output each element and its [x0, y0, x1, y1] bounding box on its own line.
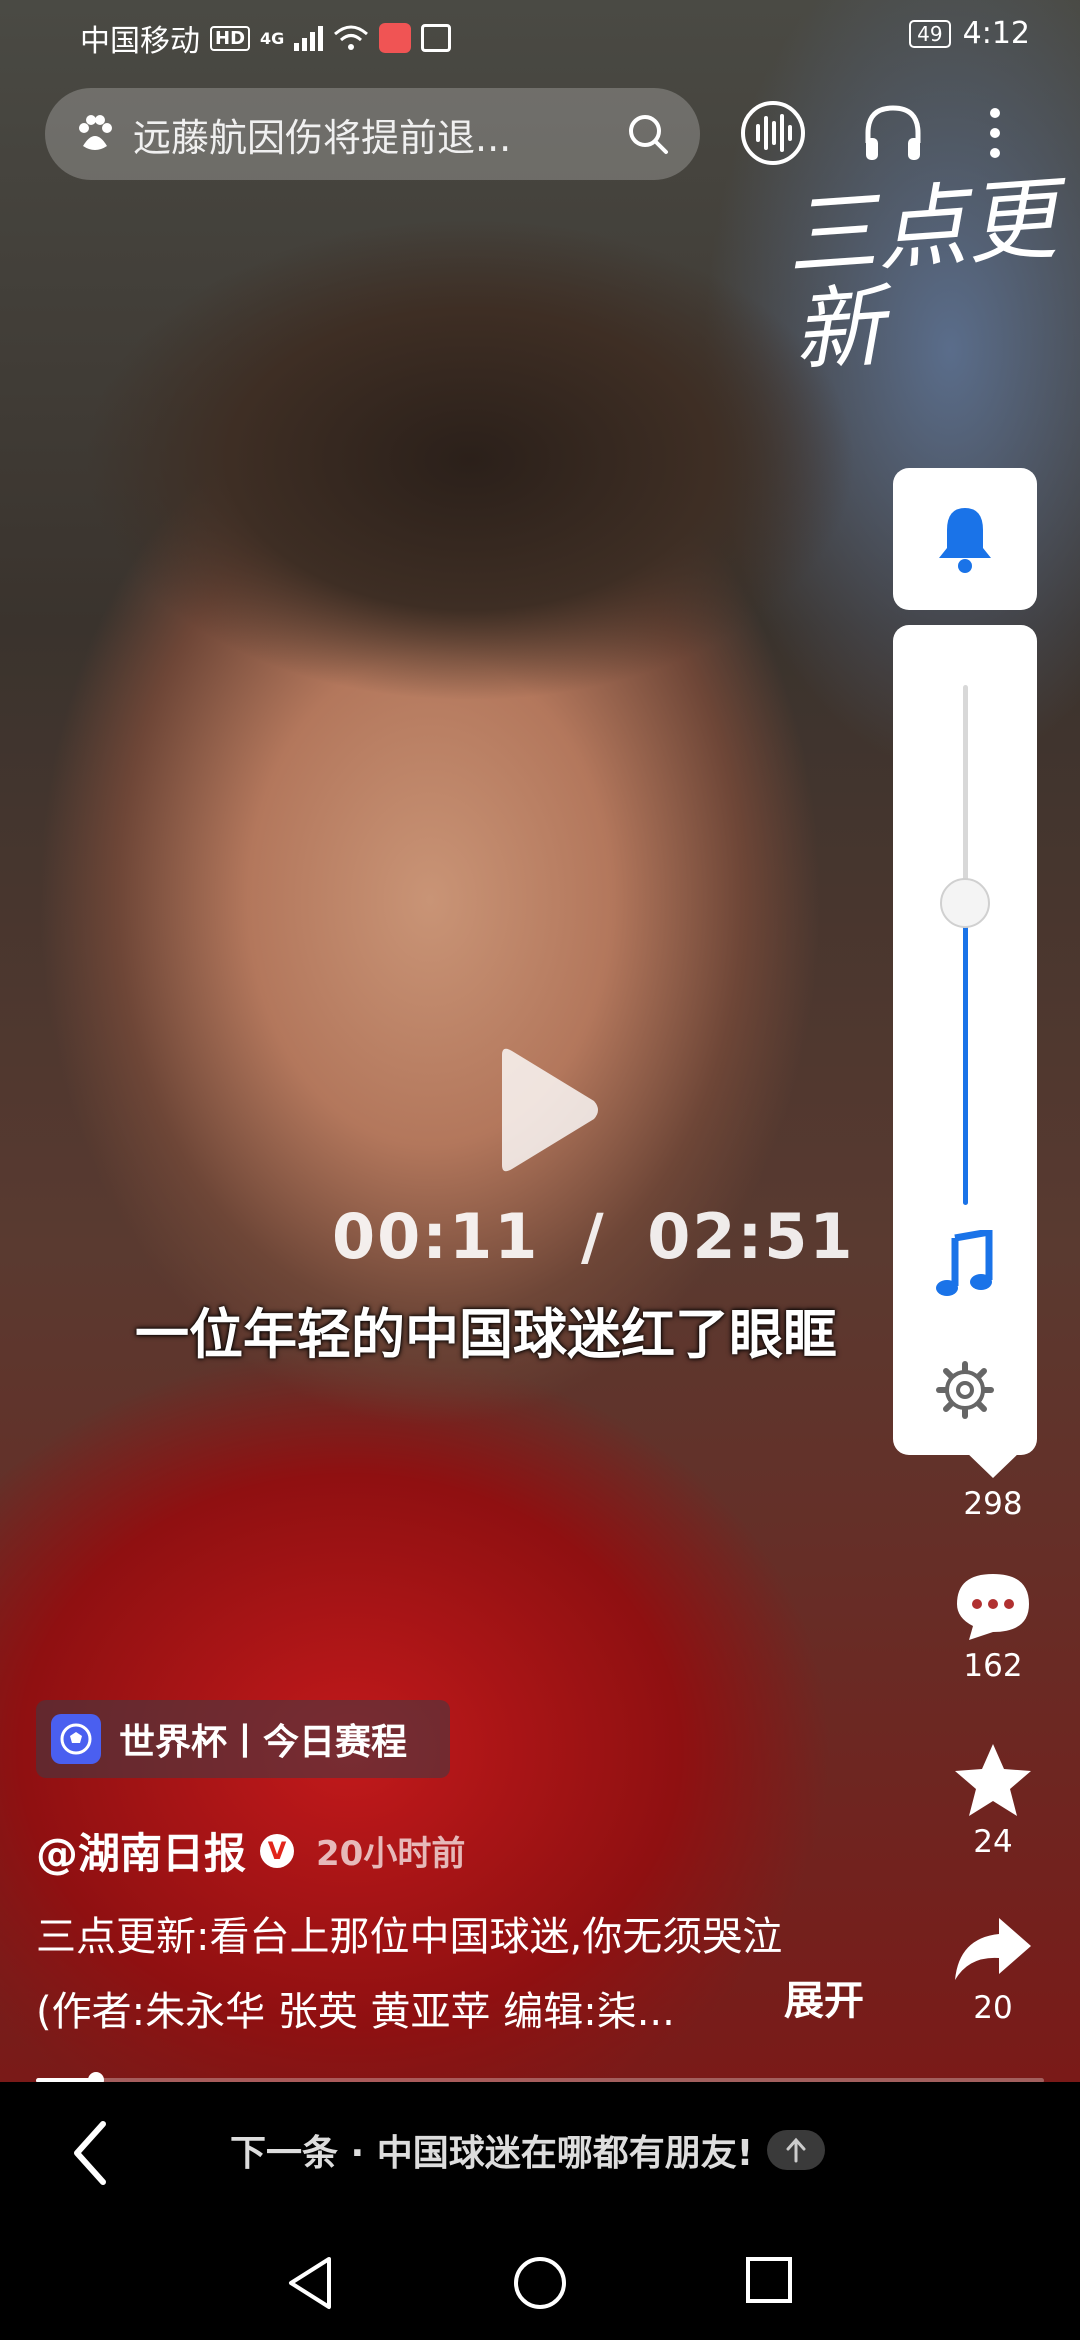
message-notification-icon	[421, 24, 452, 52]
topic-tag[interactable]: 世界杯丨今日赛程	[36, 1700, 450, 1778]
star-icon	[955, 1744, 1031, 1816]
share-button[interactable]: 20	[938, 1914, 1048, 2026]
verified-badge: V	[260, 1833, 295, 1868]
next-video-label: 下一条 · 中国球迷在哪都有朋友!	[230, 2133, 754, 2174]
bell-icon	[939, 508, 991, 573]
search-input[interactable]: 远藤航因伤将提前退...	[133, 107, 511, 162]
nav-home-icon[interactable]	[512, 2255, 568, 2311]
play-icon[interactable]	[492, 1045, 602, 1175]
comment-count: 162	[963, 1648, 1023, 1684]
video-watermark: 三点更新	[783, 166, 1061, 385]
music-note-icon[interactable]	[935, 1230, 995, 1300]
volume-level-fill	[963, 903, 968, 1205]
duration-time: 02:51	[647, 1200, 855, 1273]
author-row: @湖南日报 V 20小时前	[36, 1820, 465, 1881]
heart-icon	[960, 1423, 1026, 1478]
author-name[interactable]: @湖南日报	[36, 1820, 246, 1881]
description-line-2: (作者:朱永华 张英 黄亚苹 编辑:柒...	[36, 1989, 675, 2035]
search-icon[interactable]	[626, 112, 670, 156]
clock: 4:12	[962, 16, 1030, 51]
favorite-count: 24	[973, 1824, 1013, 1860]
like-button[interactable]: 298	[938, 1420, 1048, 1522]
headphones-icon[interactable]	[858, 98, 928, 168]
soccer-ball-icon	[51, 1714, 101, 1764]
playback-time: 00:11 / 02:51	[332, 1200, 855, 1273]
share-count: 20	[973, 1990, 1013, 2026]
nav-back-icon[interactable]	[285, 2255, 335, 2311]
time-separator: /	[580, 1200, 606, 1273]
carrier-label: 中国移动	[80, 24, 200, 59]
arrow-up-icon	[767, 2130, 826, 2170]
ringer-button[interactable]	[893, 468, 1037, 610]
expand-button[interactable]: 展开	[784, 1968, 864, 2026]
volume-slider-handle[interactable]	[940, 878, 990, 929]
description-line-1: 三点更新:看台上那位中国球迷,你无须哭泣	[36, 1914, 783, 1960]
nav-recents-icon[interactable]	[744, 2255, 794, 2305]
wifi-icon	[334, 25, 369, 50]
back-chevron-icon[interactable]	[65, 2118, 115, 2188]
favorite-button[interactable]: 24	[938, 1742, 1048, 1860]
network-type: 4G	[260, 28, 285, 48]
next-video-link[interactable]: 下一条 · 中国球迷在哪都有朋友!	[230, 2124, 826, 2176]
app-notification-icon	[379, 23, 412, 53]
hd-badge: HD	[210, 25, 251, 51]
battery-indicator: 49	[909, 19, 951, 48]
gear-icon[interactable]	[935, 1360, 995, 1420]
like-count: 298	[963, 1486, 1023, 1522]
elapsed-time: 00:11	[332, 1200, 540, 1273]
post-description[interactable]: 三点更新:看台上那位中国球迷,你无须哭泣 (作者:朱永华 张英 黄亚苹 编辑:柒…	[36, 1900, 876, 2050]
baidu-paw-icon	[79, 115, 112, 150]
topic-tag-label: 世界杯丨今日赛程	[119, 1722, 408, 1763]
search-bar[interactable]: 远藤航因伤将提前退...	[45, 88, 700, 180]
more-icon[interactable]	[980, 98, 1010, 168]
post-time: 20小时前	[316, 1834, 466, 1874]
status-bar: 中国移动 HD 4G 49 4:12	[0, 0, 1080, 80]
volume-panel	[893, 625, 1037, 1455]
share-arrow-icon	[955, 1918, 1031, 1980]
comment-button[interactable]: 162	[938, 1570, 1048, 1684]
signal-icon	[294, 25, 324, 51]
video-subtitle: 一位年轻的中国球迷红了眼眶	[135, 1303, 837, 1366]
audio-wave-icon[interactable]	[738, 98, 808, 168]
comment-icon	[957, 1574, 1029, 1640]
